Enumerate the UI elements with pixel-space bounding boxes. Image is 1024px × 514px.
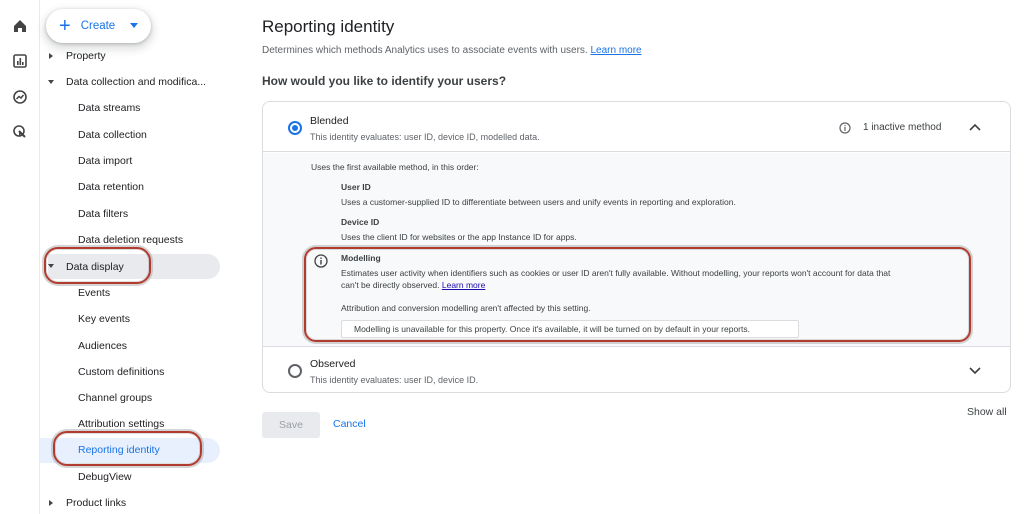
device-id-title: Device ID xyxy=(341,217,380,227)
dropdown-caret-icon xyxy=(130,23,138,28)
nav-property[interactable]: Property xyxy=(66,50,106,62)
home-icon[interactable] xyxy=(10,16,30,36)
nav-events[interactable]: Events xyxy=(78,287,110,299)
annotation-oval xyxy=(53,431,202,466)
create-button-label: Create xyxy=(80,20,116,32)
observed-description: This identity evaluates: user ID, device… xyxy=(310,375,479,385)
method-order-intro: Uses the first available method, in this… xyxy=(311,162,479,172)
observed-radio[interactable] xyxy=(288,364,302,378)
collapse-arrow-icon[interactable] xyxy=(48,80,54,84)
nav-data-collection-group[interactable]: Data collection and modifica... xyxy=(66,76,206,88)
nav-key-events[interactable]: Key events xyxy=(78,313,130,325)
expand-arrow-icon[interactable] xyxy=(49,500,53,506)
save-button[interactable]: Save xyxy=(262,412,320,438)
advertising-icon[interactable] xyxy=(10,122,30,142)
admin-nav: + Create Property Data collection and mo… xyxy=(40,0,240,514)
blended-option[interactable]: Blended This identity evaluates: user ID… xyxy=(263,102,1010,152)
nav-data-retention[interactable]: Data retention xyxy=(78,181,144,193)
device-id-description: Uses the client ID for websites or the a… xyxy=(341,232,577,242)
annotation-oval xyxy=(304,247,971,342)
nav-data-collection[interactable]: Data collection xyxy=(78,129,147,141)
chevron-up-icon[interactable] xyxy=(969,123,981,131)
blended-label: Blended xyxy=(310,115,349,127)
nav-data-deletion-requests[interactable]: Data deletion requests xyxy=(78,234,183,246)
chevron-down-icon[interactable] xyxy=(969,367,981,375)
subtitle-text: Determines which methods Analytics uses … xyxy=(262,45,588,56)
nav-product-links[interactable]: Product links xyxy=(66,497,126,509)
nav-channel-groups[interactable]: Channel groups xyxy=(78,392,152,404)
explore-icon[interactable] xyxy=(10,87,30,107)
observed-label: Observed xyxy=(310,358,356,370)
info-icon xyxy=(839,122,851,134)
nav-data-filters[interactable]: Data filters xyxy=(78,208,128,220)
icon-rail xyxy=(0,0,40,514)
observed-option[interactable]: Observed This identity evaluates: user I… xyxy=(263,348,1010,392)
section-question: How would you like to identify your user… xyxy=(262,74,507,88)
annotation-oval xyxy=(44,247,151,284)
page-subtitle: Determines which methods Analytics uses … xyxy=(262,45,642,56)
show-all-link[interactable]: Show all xyxy=(967,406,1007,418)
expand-arrow-icon[interactable] xyxy=(49,53,53,59)
user-id-description: Uses a customer-supplied ID to different… xyxy=(341,197,736,207)
user-id-title: User ID xyxy=(341,182,371,192)
inactive-methods-badge: 1 inactive method xyxy=(863,122,942,133)
blended-radio[interactable] xyxy=(288,121,302,135)
main-content: Reporting identity Determines which meth… xyxy=(262,0,1012,514)
nav-attribution-settings[interactable]: Attribution settings xyxy=(78,418,164,430)
reports-icon[interactable] xyxy=(10,51,30,71)
nav-audiences[interactable]: Audiences xyxy=(78,340,127,352)
cancel-button[interactable]: Cancel xyxy=(333,418,366,430)
nav-data-streams[interactable]: Data streams xyxy=(78,102,140,114)
identity-options-card: Blended This identity evaluates: user ID… xyxy=(262,101,1011,393)
blended-description: This identity evaluates: user ID, device… xyxy=(310,132,540,142)
nav-debugview[interactable]: DebugView xyxy=(78,471,132,483)
plus-icon: + xyxy=(59,15,71,37)
nav-data-import[interactable]: Data import xyxy=(78,155,132,167)
learn-more-link[interactable]: Learn more xyxy=(590,45,641,56)
create-button[interactable]: + Create xyxy=(46,9,151,43)
page-title: Reporting identity xyxy=(262,17,395,36)
nav-custom-definitions[interactable]: Custom definitions xyxy=(78,366,164,378)
